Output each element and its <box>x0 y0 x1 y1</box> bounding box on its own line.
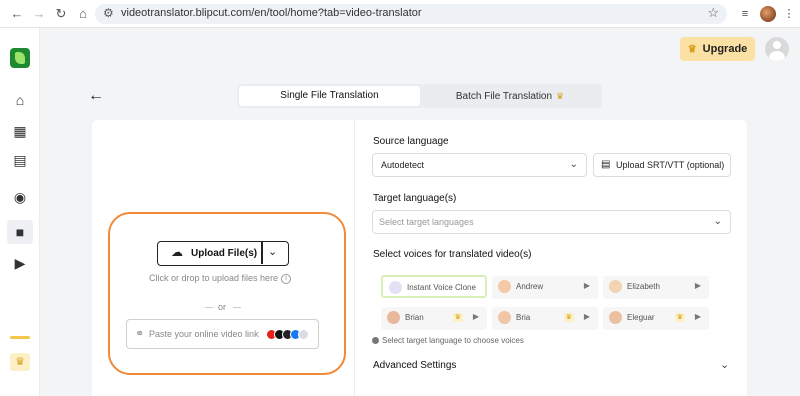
voices-label: Select voices for translated video(s) <box>373 249 532 260</box>
source-language-value: Autodetect <box>381 160 425 170</box>
crown-icon: ♛ <box>452 313 463 322</box>
voice-option-brian[interactable]: Brian ♛ ▶ <box>381 307 487 330</box>
url-text[interactable]: videotranslator.blipcut.com/en/tool/home… <box>121 7 422 19</box>
video-nav-icon[interactable]: ▶ <box>10 253 30 273</box>
home-nav-icon[interactable]: ⌂ <box>10 90 30 110</box>
tab-single-file[interactable]: Single File Translation <box>239 86 420 106</box>
profile-avatar[interactable] <box>760 6 776 22</box>
sidebar: ⌂ ▦ ▤ ◉ ■ ▶ ♛ <box>0 28 40 396</box>
voice-note: Select target language to choose voices <box>372 336 524 345</box>
voice-option-bria[interactable]: Bria ♛ ▶ <box>492 307 598 330</box>
chevron-down-icon[interactable]: ⌄ <box>268 245 277 258</box>
user-avatar[interactable] <box>765 37 789 61</box>
info-icon[interactable]: i <box>281 273 292 284</box>
browser-menu-icon[interactable]: ⋮ <box>781 6 797 22</box>
target-language-select[interactable]: Select target languages ⌄ <box>372 210 731 234</box>
play-icon[interactable]: ▶ <box>695 281 701 290</box>
play-icon[interactable]: ▶ <box>584 312 590 321</box>
address-bar[interactable]: ⚙ videotranslator.blipcut.com/en/tool/ho… <box>95 4 727 24</box>
site-settings-icon[interactable]: ⚙ <box>103 6 114 20</box>
subtitle-file-icon: ▤ <box>601 159 611 170</box>
advanced-settings-label[interactable]: Advanced Settings <box>373 360 456 371</box>
reading-list-icon[interactable]: ≡ <box>737 6 753 22</box>
tab-single-file-label: Single File Translation <box>280 90 379 101</box>
voice-name: Eleguar <box>627 313 655 322</box>
back-arrow-icon[interactable]: ← <box>88 87 104 105</box>
voice-option-andrew[interactable]: Andrew ▶ <box>492 276 598 299</box>
bookmark-star-icon[interactable]: ☆ <box>707 5 719 21</box>
target-language-placeholder: Select target languages <box>379 217 474 227</box>
more-platforms-icon[interactable] <box>298 329 309 340</box>
play-icon[interactable]: ▶ <box>473 312 479 321</box>
voice-avatar <box>389 281 402 294</box>
grid-nav-icon[interactable]: ▦ <box>10 121 30 141</box>
voice-name: Instant Voice Clone <box>407 283 476 292</box>
drop-hint-text: Click or drop to upload files here <box>149 273 279 283</box>
button-separator <box>261 242 263 264</box>
play-icon[interactable]: ▶ <box>584 281 590 290</box>
tab-batch-file-label: Batch File Translation <box>455 91 553 102</box>
voice-option-eleguar[interactable]: Eleguar ♛ ▶ <box>603 307 709 330</box>
tab-batch-file[interactable]: Batch File Translation ♛ <box>420 86 600 106</box>
upload-srt-label: Upload SRT/VTT (optional) <box>616 160 725 170</box>
upgrade-button[interactable]: ♛ Upgrade <box>680 37 755 61</box>
voice-avatar <box>387 311 400 324</box>
or-divider-right <box>233 307 241 308</box>
pane-divider <box>354 120 355 396</box>
voice-avatar <box>498 280 511 293</box>
source-language-label: Source language <box>373 136 449 147</box>
chevron-down-icon: ⌄ <box>569 159 578 170</box>
voice-note-text: Select target language to choose voices <box>382 336 524 345</box>
upgrade-label: Upgrade <box>702 43 748 55</box>
reload-icon[interactable]: ↻ <box>52 5 70 23</box>
play-icon[interactable]: ▶ <box>695 312 701 321</box>
translate-nav-icon[interactable]: ■ <box>7 220 33 244</box>
sidebar-divider <box>10 336 30 339</box>
or-divider-left <box>205 307 213 308</box>
voice-name: Brian <box>405 313 424 322</box>
back-icon[interactable]: ← <box>8 5 26 23</box>
voice-option-elizabeth[interactable]: Elizabeth ▶ <box>603 276 709 299</box>
voice-name: Bria <box>516 313 531 322</box>
translation-mode-tabs: Single File Translation Batch File Trans… <box>237 84 602 108</box>
chevron-down-icon[interactable]: ⌄ <box>720 358 729 371</box>
info-dot-icon <box>372 337 379 345</box>
voice-avatar <box>498 311 511 324</box>
upload-highlight-outline <box>108 212 346 375</box>
upload-srt-button[interactable]: ▤ Upload SRT/VTT (optional) <box>593 153 731 177</box>
voice-name: Andrew <box>516 282 544 291</box>
premium-crown-icon[interactable]: ♛ <box>10 353 30 371</box>
home-icon[interactable]: ⌂ <box>74 5 92 23</box>
or-label: or <box>218 302 227 312</box>
video-link-input[interactable] <box>149 327 264 341</box>
folder-nav-icon[interactable]: ▤ <box>10 150 30 170</box>
voice-name: Elizabeth <box>627 282 660 291</box>
source-language-select[interactable]: Autodetect ⌄ <box>372 153 587 177</box>
crown-icon: ♛ <box>556 91 565 101</box>
cloud-upload-icon: ☁ <box>171 245 183 259</box>
audio-nav-icon[interactable]: ◉ <box>10 187 30 207</box>
video-link-field[interactable]: ⚭ <box>126 319 319 349</box>
voice-avatar <box>609 311 622 324</box>
link-icon: ⚭ <box>135 328 145 340</box>
upload-files-label: Upload File(s) <box>191 248 258 259</box>
voice-avatar <box>609 280 622 293</box>
app-logo[interactable] <box>10 48 30 68</box>
chevron-down-icon: ⌄ <box>713 216 722 227</box>
crown-icon: ♛ <box>674 313 685 322</box>
target-language-label: Target language(s) <box>373 193 457 204</box>
crown-icon: ♛ <box>687 44 697 55</box>
voice-option-instant-clone[interactable]: Instant Voice Clone <box>381 275 487 298</box>
browser-toolbar: ← → ↻ ⌂ ⚙ videotranslator.blipcut.com/en… <box>0 0 800 28</box>
upload-files-button[interactable]: ☁ Upload File(s) ⌄ <box>157 241 289 266</box>
drop-hint: Click or drop to upload files here i <box>149 273 292 284</box>
forward-icon[interactable]: → <box>30 5 48 23</box>
crown-icon: ♛ <box>563 313 574 322</box>
